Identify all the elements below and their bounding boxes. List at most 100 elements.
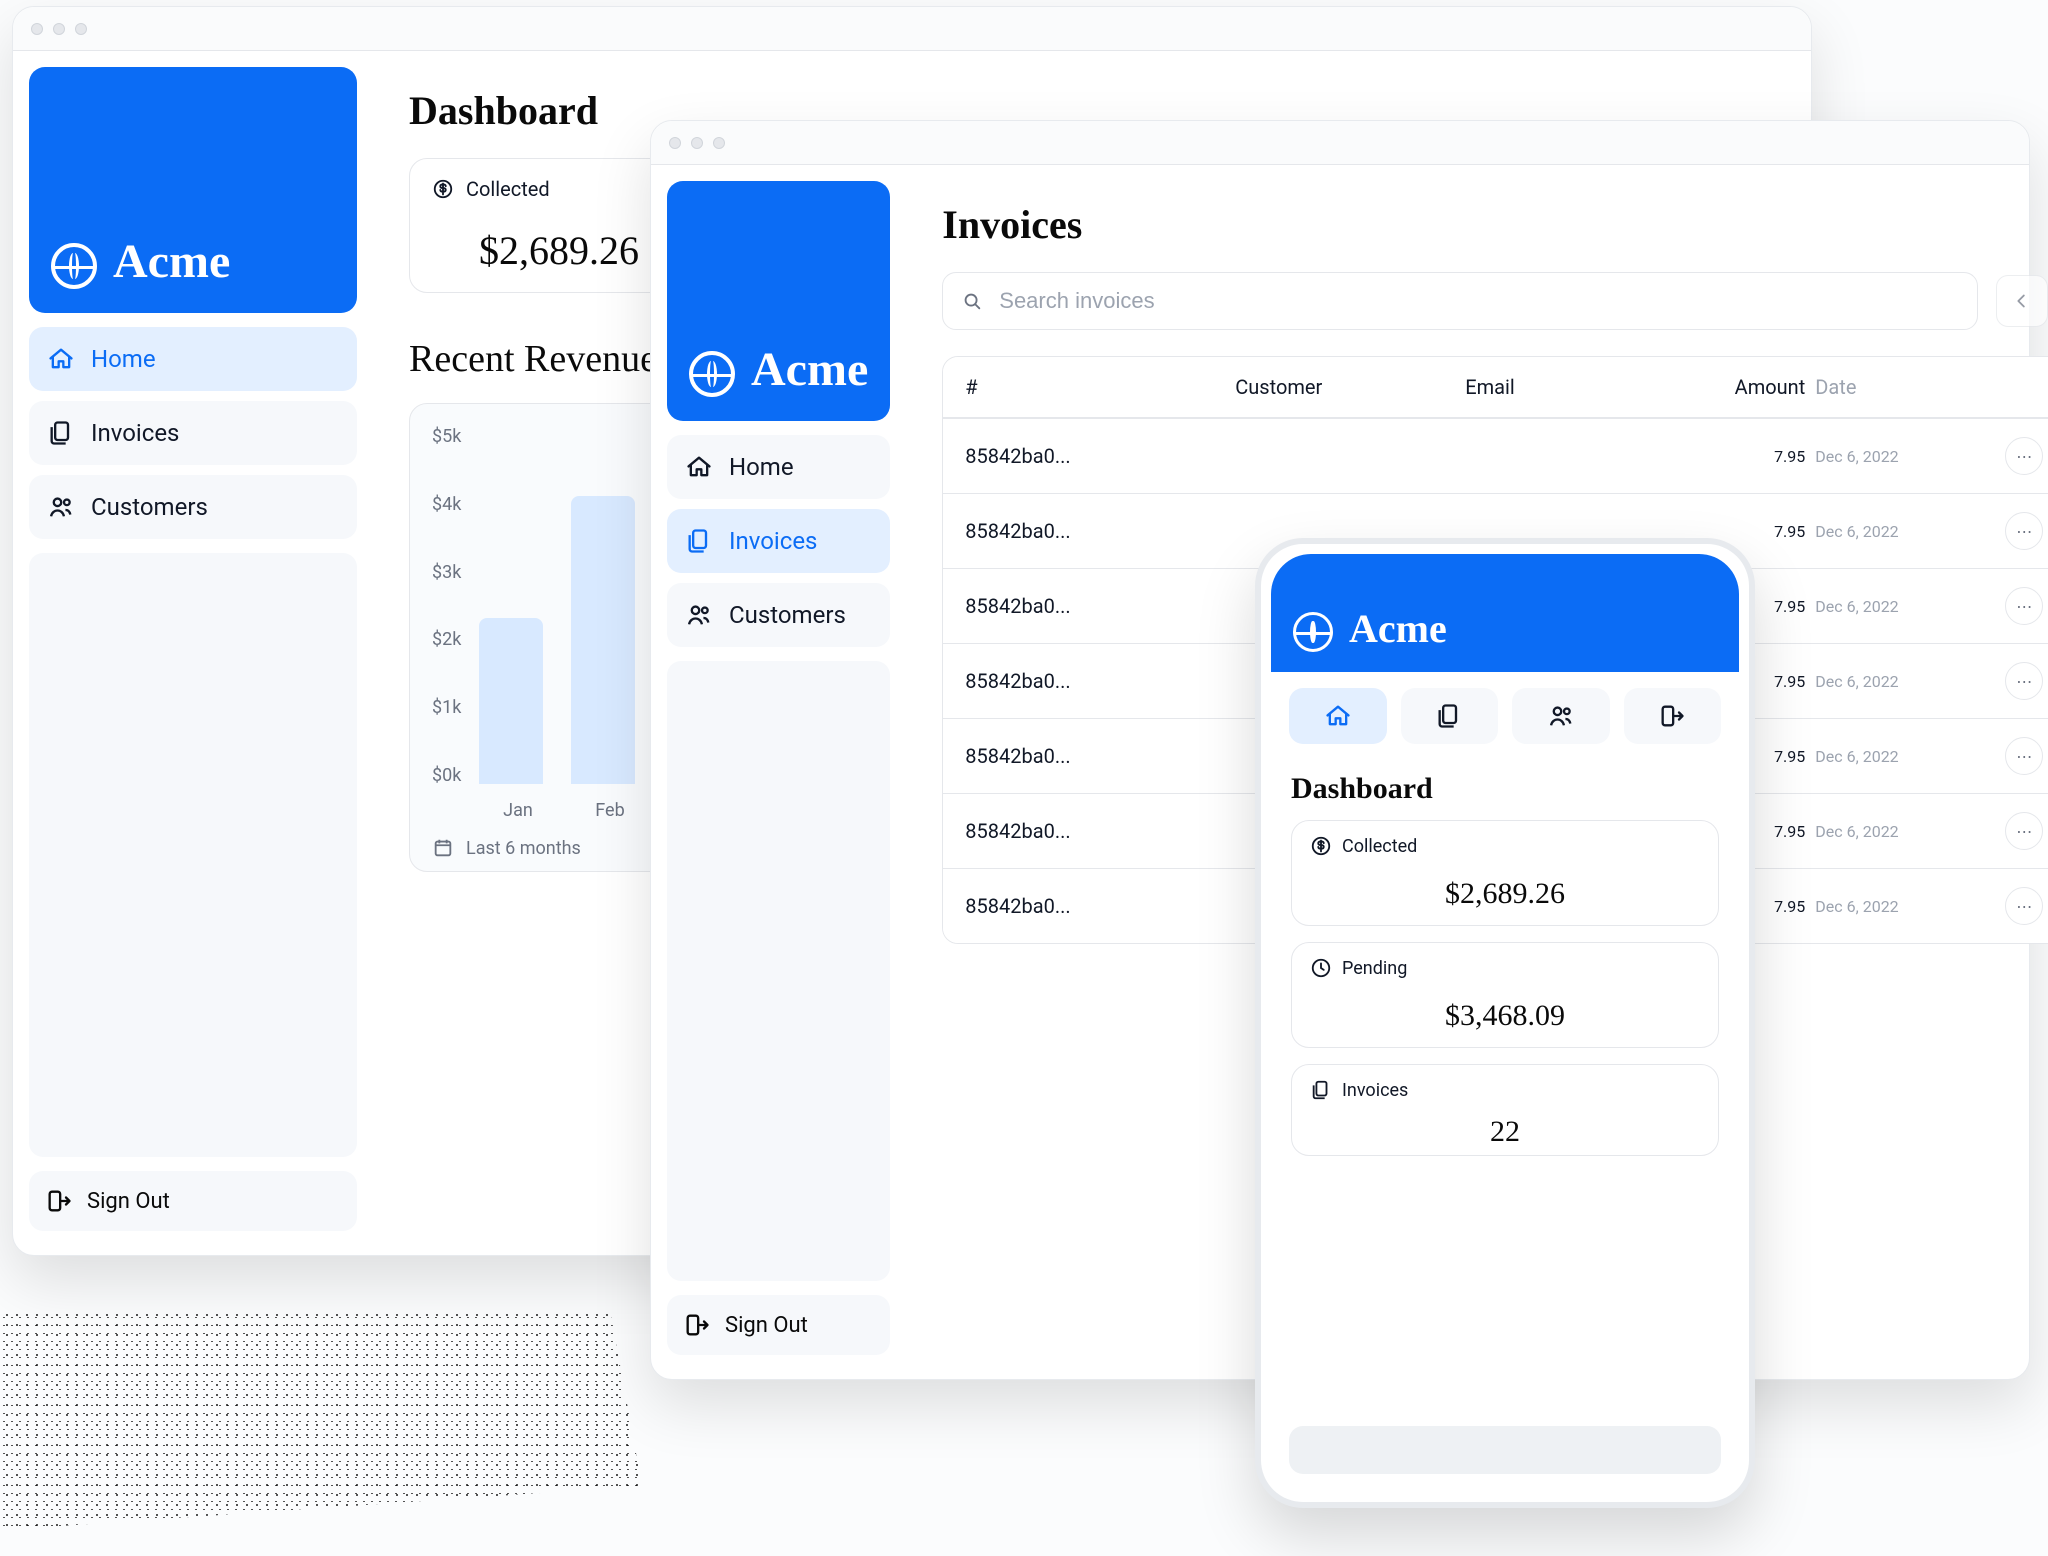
page-title: Invoices [942,201,2048,248]
table-header: # Customer Email Amount Date [943,357,2048,418]
window-titlebar [13,7,1811,51]
y-tick: $1k [432,697,461,718]
globe-icon [51,243,97,289]
calendar-icon [432,837,454,859]
document-icon [47,419,75,447]
kpi-pending-card: Pending $3,468.09 [1291,942,1719,1048]
tab-home[interactable] [1289,688,1387,744]
cell-id: 85842ba0... [965,819,1225,843]
sign-out-button[interactable]: Sign Out [29,1171,357,1231]
home-icon [47,345,75,373]
sidebar-item-label: Home [729,453,794,481]
document-icon [685,527,713,555]
tab-signout[interactable] [1624,688,1722,744]
dollar-icon [1310,835,1332,857]
brand-name: Acme [1349,605,1447,652]
cell-id: 85842ba0... [965,744,1225,768]
brand-name: Acme [751,342,868,397]
y-tick: $3k [432,562,461,583]
chart-footer: Last 6 months [466,838,581,859]
col-customer: Customer [1235,375,1455,399]
cell-date: Dec 6, 2022 [1815,597,1995,616]
row-action-button[interactable]: ⋯ [2005,437,2043,475]
col-date: Date [1815,375,1995,399]
kpi-value: 22 [1310,1115,1700,1149]
row-action-button[interactable]: ⋯ [2005,662,2043,700]
sign-out-icon [45,1187,73,1215]
page-title: Dashboard [1291,772,1719,806]
phone-bottom-bar [1289,1426,1721,1474]
users-icon [685,601,713,629]
brand-logo: Acme [29,67,357,313]
y-tick: $5k [432,426,461,447]
home-icon [685,453,713,481]
users-icon [1547,702,1575,730]
search-box[interactable] [942,272,1978,330]
col-email: Email [1465,375,1645,399]
sidebar-item-home[interactable]: Home [667,435,890,499]
document-icon [1310,1079,1332,1101]
kpi-label: Collected [1342,836,1417,857]
y-tick: $0k [432,765,461,786]
cell-id: 85842ba0... [965,444,1225,468]
search-input[interactable] [997,287,1959,315]
x-tick: Feb [578,800,642,821]
tab-customers[interactable] [1512,688,1610,744]
pager-prev-button[interactable] [1996,275,2048,327]
dollar-icon [432,178,454,200]
brand-logo: Acme [1271,554,1739,672]
search-icon [961,290,983,312]
chart-bar [479,618,543,784]
kpi-invoices-card: Invoices 22 [1291,1064,1719,1156]
tab-invoices[interactable] [1401,688,1499,744]
kpi-label: Pending [1342,958,1407,979]
cell-id: 85842ba0... [965,519,1225,543]
sidebar-item-invoices[interactable]: Invoices [667,509,890,573]
sign-out-icon [683,1311,711,1339]
sidebar-item-invoices[interactable]: Invoices [29,401,357,465]
cell-id: 85842ba0... [965,669,1225,693]
cell-date: Dec 6, 2022 [1815,897,1995,916]
cell-date: Dec 6, 2022 [1815,447,1995,466]
sidebar-item-label: Customers [91,493,208,521]
document-icon [1435,702,1463,730]
sidebar-filler [667,661,890,1281]
arrow-left-icon [2011,290,2033,312]
users-icon [47,493,75,521]
cell-id: 85842ba0... [965,594,1225,618]
sign-out-button[interactable]: Sign Out [667,1295,890,1355]
table-row[interactable]: 85842ba0... 7.95 Dec 6, 2022 ⋯ [943,418,2048,493]
sidebar-item-customers[interactable]: Customers [667,583,890,647]
row-action-button[interactable]: ⋯ [2005,887,2043,925]
cell-amount: 7.95 [1655,447,1805,466]
x-tick: Jan [486,800,550,821]
brand-name: Acme [113,234,230,289]
globe-icon [1293,612,1333,652]
kpi-label: Collected [466,177,550,201]
y-tick: $4k [432,494,461,515]
window-titlebar [651,121,2029,165]
cell-date: Dec 6, 2022 [1815,747,1995,766]
sidebar-item-label: Invoices [91,419,179,447]
sidebar-item-customers[interactable]: Customers [29,475,357,539]
row-action-button[interactable]: ⋯ [2005,737,2043,775]
sidebar-item-label: Invoices [729,527,817,555]
clock-icon [1310,957,1332,979]
cell-date: Dec 6, 2022 [1815,672,1995,691]
cell-id: 85842ba0... [965,894,1225,918]
row-action-button[interactable]: ⋯ [2005,587,2043,625]
kpi-collected-card: Collected $2,689.26 [1291,820,1719,926]
col-amount: Amount [1655,375,1805,399]
chart-bar [571,496,635,784]
sidebar-filler [29,553,357,1157]
sidebar-item-home[interactable]: Home [29,327,357,391]
brand-logo: Acme [667,181,890,421]
home-icon [1324,702,1352,730]
sidebar-item-label: Customers [729,601,846,629]
globe-icon [689,351,735,397]
row-action-button[interactable]: ⋯ [2005,512,2043,550]
sign-out-label: Sign Out [87,1189,170,1214]
row-action-button[interactable]: ⋯ [2005,812,2043,850]
sign-out-label: Sign Out [725,1313,808,1338]
cell-date: Dec 6, 2022 [1815,822,1995,841]
